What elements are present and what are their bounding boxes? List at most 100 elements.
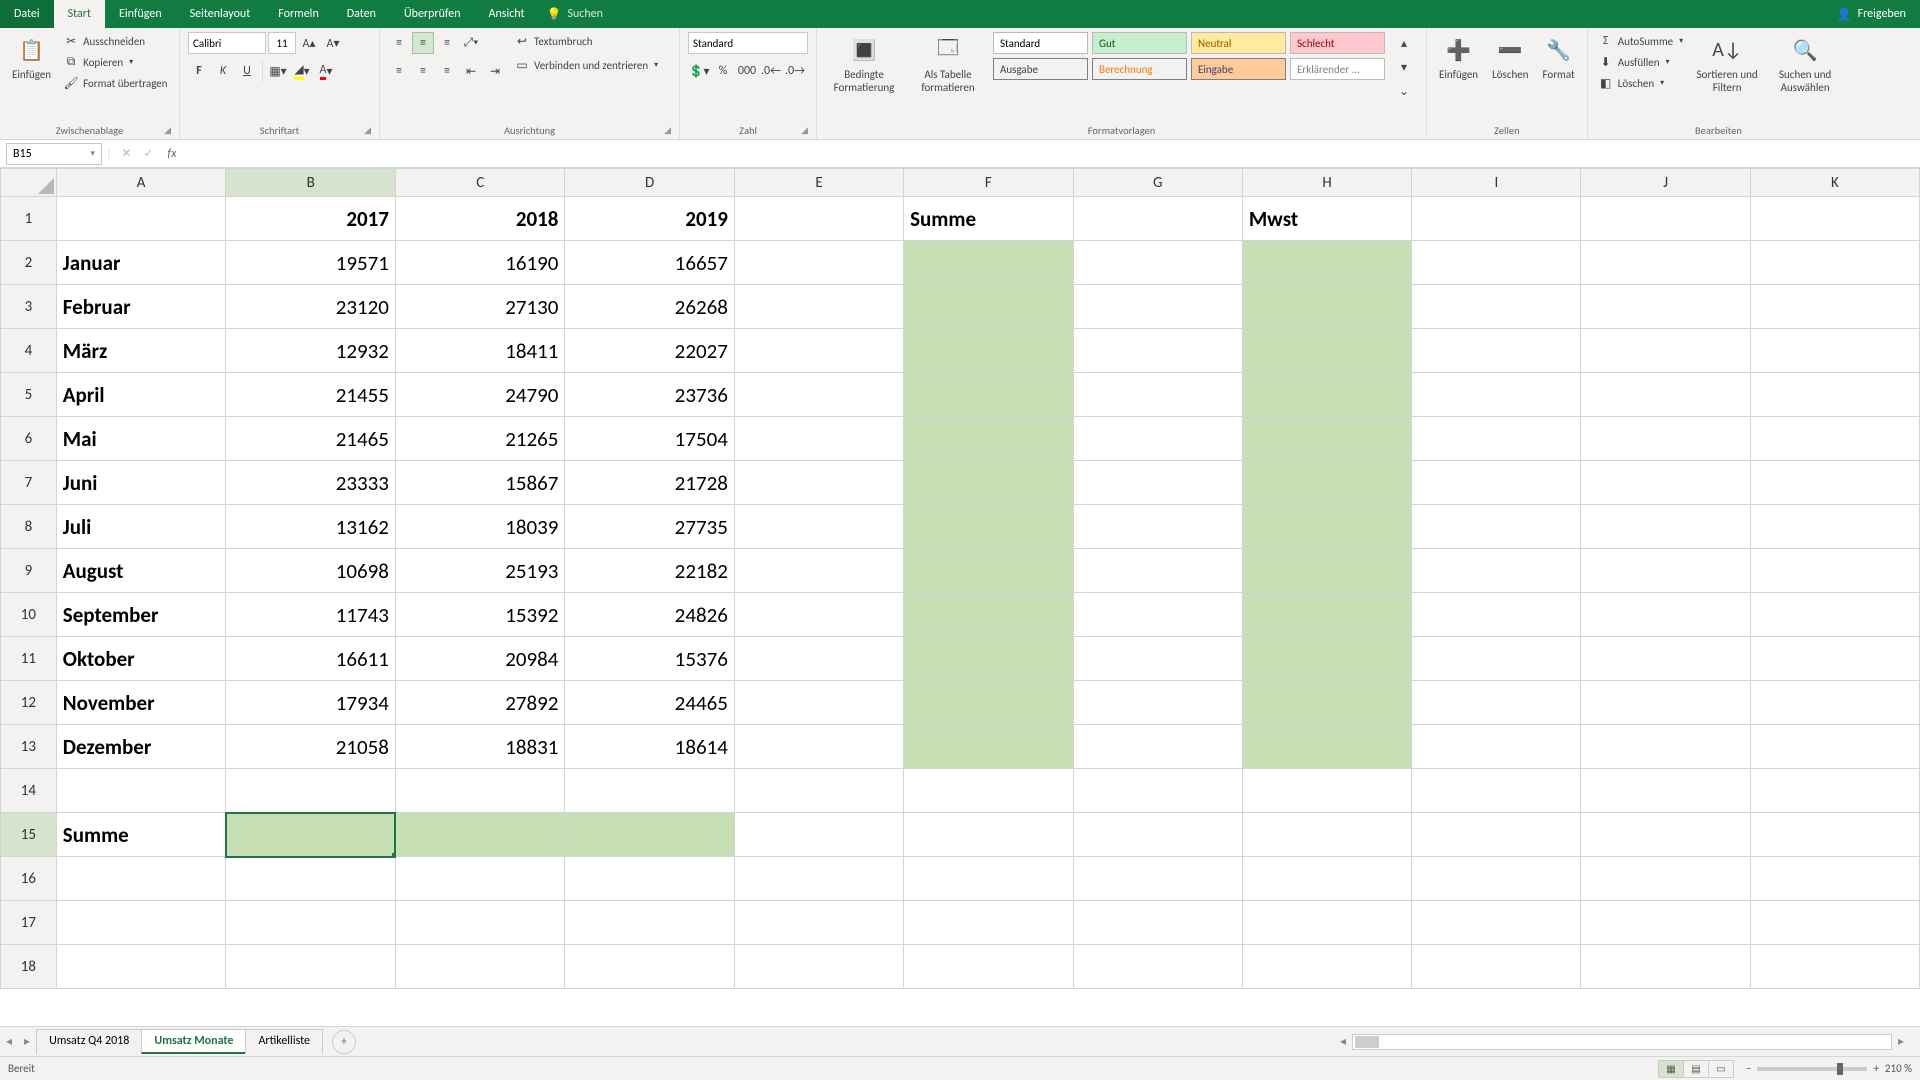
increase-font-button[interactable]: A▴: [298, 32, 320, 54]
cell-I18[interactable]: [1412, 945, 1581, 989]
col-header-F[interactable]: F: [904, 169, 1074, 197]
cell-F2[interactable]: [904, 241, 1074, 285]
find-select-button[interactable]: 🔍Suchen und Auswählen: [1769, 32, 1841, 96]
cell-C8[interactable]: 18039: [395, 505, 564, 549]
tab-start[interactable]: Start: [54, 0, 105, 28]
cell-E10[interactable]: [734, 593, 903, 637]
cell-A7[interactable]: Juni: [56, 461, 226, 505]
sort-filter-button[interactable]: A↓Sortieren und Filtern: [1691, 32, 1763, 96]
cell-C9[interactable]: 25193: [395, 549, 564, 593]
decrease-font-button[interactable]: A▾: [322, 32, 344, 54]
zoom-slider[interactable]: [1757, 1067, 1867, 1071]
cell-H2[interactable]: [1242, 241, 1411, 285]
cell-F11[interactable]: [904, 637, 1074, 681]
font-size-input[interactable]: [268, 32, 296, 54]
cell-K7[interactable]: [1750, 461, 1919, 505]
cell-H9[interactable]: [1242, 549, 1411, 593]
cell-K8[interactable]: [1750, 505, 1919, 549]
cell-G1[interactable]: [1073, 197, 1242, 241]
insert-cells-button[interactable]: ➕Einfügen: [1435, 32, 1482, 83]
cell-G14[interactable]: [1073, 769, 1242, 813]
cell-G3[interactable]: [1073, 285, 1242, 329]
cell-C16[interactable]: [395, 857, 564, 901]
format-cells-button[interactable]: 🔧Format: [1539, 32, 1579, 83]
col-header-C[interactable]: C: [395, 169, 564, 197]
cell-A14[interactable]: [56, 769, 226, 813]
cell-D13[interactable]: 18614: [565, 725, 734, 769]
row-header-17[interactable]: 17: [1, 901, 57, 945]
cell-B14[interactable]: [226, 769, 395, 813]
cell-D14[interactable]: [565, 769, 734, 813]
cell-E17[interactable]: [734, 901, 903, 945]
cell-A1[interactable]: [56, 197, 226, 241]
cell-C1[interactable]: 2018: [395, 197, 564, 241]
styles-more[interactable]: ⌄: [1393, 80, 1415, 102]
sheet-tab-umsatz-q4-2018[interactable]: Umsatz Q4 2018: [36, 1029, 142, 1054]
cell-K18[interactable]: [1750, 945, 1919, 989]
cell-D18[interactable]: [565, 945, 734, 989]
col-header-E[interactable]: E: [734, 169, 903, 197]
orientation-button[interactable]: ⤢▾: [460, 32, 482, 54]
cell-H16[interactable]: [1242, 857, 1411, 901]
select-all-corner[interactable]: [1, 169, 57, 197]
cell-H4[interactable]: [1242, 329, 1411, 373]
cell-C11[interactable]: 20984: [395, 637, 564, 681]
cell-E2[interactable]: [734, 241, 903, 285]
cell-E7[interactable]: [734, 461, 903, 505]
cell-C4[interactable]: 18411: [395, 329, 564, 373]
font-name-input[interactable]: [188, 32, 266, 54]
cell-A15[interactable]: Summe: [56, 813, 226, 857]
cell-E9[interactable]: [734, 549, 903, 593]
cell-A11[interactable]: Oktober: [56, 637, 226, 681]
cell-J11[interactable]: [1581, 637, 1750, 681]
row-header-11[interactable]: 11: [1, 637, 57, 681]
cell-H14[interactable]: [1242, 769, 1411, 813]
cell-C7[interactable]: 15867: [395, 461, 564, 505]
cell-G9[interactable]: [1073, 549, 1242, 593]
copy-button[interactable]: ⧉Kopieren▾: [61, 53, 169, 71]
cell-B11[interactable]: 16611: [226, 637, 395, 681]
cell-A10[interactable]: September: [56, 593, 226, 637]
cell-B1[interactable]: 2017: [226, 197, 395, 241]
cell-C18[interactable]: [395, 945, 564, 989]
cell-style-ausgabe[interactable]: Ausgabe: [993, 58, 1088, 80]
cell-K17[interactable]: [1750, 901, 1919, 945]
zoom-level[interactable]: 210 %: [1885, 1062, 1912, 1075]
cell-D12[interactable]: 24465: [565, 681, 734, 725]
cell-C6[interactable]: 21265: [395, 417, 564, 461]
cell-D7[interactable]: 21728: [565, 461, 734, 505]
cell-I7[interactable]: [1412, 461, 1581, 505]
cell-D1[interactable]: 2019: [565, 197, 734, 241]
cell-E5[interactable]: [734, 373, 903, 417]
cell-D2[interactable]: 16657: [565, 241, 734, 285]
decrease-indent-button[interactable]: ⇤: [460, 60, 482, 82]
tab-überprüfen[interactable]: Überprüfen: [390, 0, 475, 28]
cell-A4[interactable]: März: [56, 329, 226, 373]
cell-J15[interactable]: [1581, 813, 1750, 857]
align-left-button[interactable]: ≡: [388, 60, 410, 82]
tab-daten[interactable]: Daten: [333, 0, 390, 28]
cell-A18[interactable]: [56, 945, 226, 989]
cell-D10[interactable]: 24826: [565, 593, 734, 637]
cell-G4[interactable]: [1073, 329, 1242, 373]
row-header-9[interactable]: 9: [1, 549, 57, 593]
number-format-select[interactable]: [688, 32, 808, 54]
cell-J13[interactable]: [1581, 725, 1750, 769]
cell-F10[interactable]: [904, 593, 1074, 637]
cell-A6[interactable]: Mai: [56, 417, 226, 461]
cell-F17[interactable]: [904, 901, 1074, 945]
fill-color-button[interactable]: ◢▾: [291, 60, 313, 82]
cell-B12[interactable]: 17934: [226, 681, 395, 725]
cell-H1[interactable]: Mwst: [1242, 197, 1411, 241]
hscroll-right[interactable]: ▸: [1892, 1034, 1910, 1049]
row-header-16[interactable]: 16: [1, 857, 57, 901]
align-middle-button[interactable]: ≡: [412, 32, 434, 54]
tab-seitenlayout[interactable]: Seitenlayout: [176, 0, 265, 28]
format-painter-button[interactable]: 🖌Format übertragen: [61, 74, 169, 92]
row-header-14[interactable]: 14: [1, 769, 57, 813]
cell-C3[interactable]: 27130: [395, 285, 564, 329]
cell-D5[interactable]: 23736: [565, 373, 734, 417]
merge-center-button[interactable]: ▭Verbinden und zentrieren▾: [512, 56, 660, 74]
cell-E4[interactable]: [734, 329, 903, 373]
cell-J14[interactable]: [1581, 769, 1750, 813]
